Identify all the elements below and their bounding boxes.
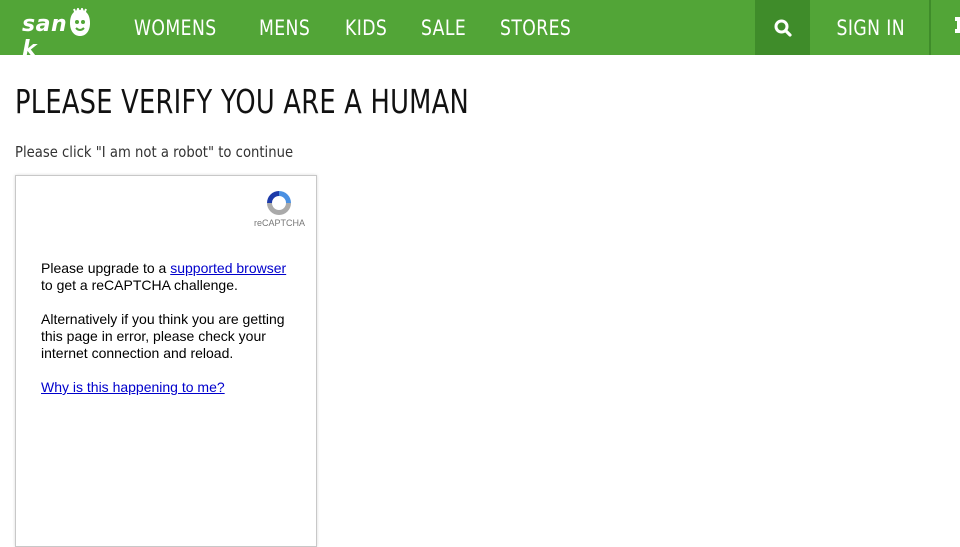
why-link[interactable]: Why is this happening to me? bbox=[41, 379, 225, 395]
page-subtitle: Please click "I am not a robot" to conti… bbox=[15, 143, 294, 161]
header-divider bbox=[929, 0, 931, 55]
search-button[interactable] bbox=[755, 0, 810, 55]
sign-in-button[interactable]: SIGN IN bbox=[812, 0, 929, 55]
recaptcha-icon bbox=[267, 191, 291, 215]
cart-icon[interactable] bbox=[952, 15, 960, 37]
search-icon bbox=[774, 19, 792, 37]
nav-stores[interactable]: STORES bbox=[500, 16, 571, 40]
supported-browser-link[interactable]: supported browser bbox=[170, 260, 286, 276]
upgrade-prefix: Please upgrade to a bbox=[41, 260, 171, 276]
nav-kids[interactable]: KIDS bbox=[345, 16, 387, 40]
recaptcha-label: reCAPTCHA bbox=[254, 218, 306, 228]
page-title: PLEASE VERIFY YOU ARE A HUMAN bbox=[15, 82, 469, 121]
alternative-paragraph: Alternatively if you think you are getti… bbox=[41, 311, 285, 361]
sanuk-logo[interactable]: sank bbox=[22, 8, 102, 62]
logo-face-icon bbox=[70, 8, 90, 36]
captcha-message: Please upgrade to a supported browser to… bbox=[41, 260, 296, 413]
nav-sale[interactable]: SALE bbox=[421, 16, 466, 40]
sign-in-label: SIGN IN bbox=[836, 15, 905, 40]
upgrade-suffix: to get a reCAPTCHA challenge. bbox=[41, 277, 238, 293]
upgrade-paragraph: Please upgrade to a supported browser to… bbox=[41, 260, 296, 294]
main-nav: WOMENS MENS KIDS SALE STORES bbox=[134, 0, 611, 55]
nav-womens[interactable]: WOMENS bbox=[134, 16, 217, 40]
nav-mens[interactable]: MENS bbox=[259, 16, 310, 40]
recaptcha-logo: reCAPTCHA bbox=[254, 188, 306, 230]
why-paragraph: Why is this happening to me? bbox=[41, 379, 296, 396]
site-header: sank WOMENS MENS KIDS SALE STORES SIGN I… bbox=[0, 0, 960, 62]
recaptcha-widget: reCAPTCHA Please upgrade to a supported … bbox=[15, 175, 317, 547]
